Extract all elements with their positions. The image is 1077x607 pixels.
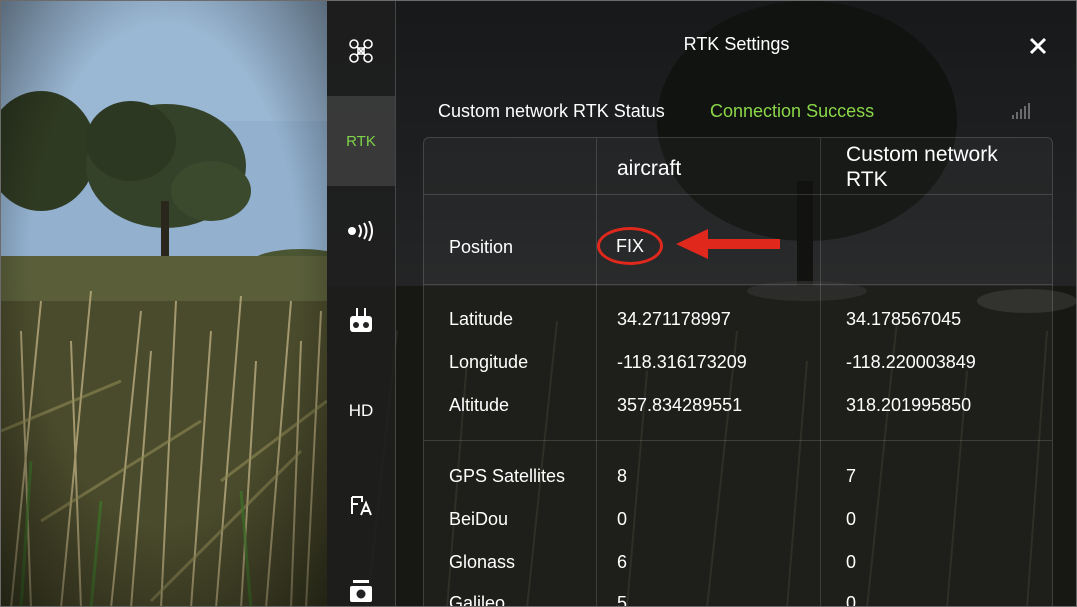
row-label-position: Position [449,237,514,257]
altitude-aircraft-value: 357.834289551 [617,395,743,415]
row-label-galileo: Galileo [449,593,506,607]
galileo-aircraft-value: 5 [617,593,628,607]
galileo-network-value: 0 [846,593,857,607]
rail-tab-hd-label: HD [348,401,374,420]
signal-strength-icon [1012,101,1030,119]
row-label-glonass: Glonass [449,552,516,572]
rail-tab-signal[interactable] [327,191,395,271]
altitude-network-value: 318.201995850 [846,395,972,415]
rtk-status-label: Custom network RTK Status [438,101,665,121]
close-icon [1029,37,1047,55]
camera-icon [350,580,372,602]
column-header-network: Custom network RTK [846,143,998,191]
gps-network-value: 7 [846,466,857,486]
latitude-aircraft-value: 34.271178997 [617,309,731,329]
glonass-network-value: 0 [846,552,857,572]
column-divider [820,138,821,606]
rail-tab-remote-controller[interactable] [327,281,395,361]
column-header-aircraft: aircraft [617,157,682,180]
row-divider [424,440,1052,441]
row-label-gps-satellites: GPS Satellites [449,466,566,486]
app-window: RTK HD RTK Settings Custom network RTK S… [0,0,1077,607]
general-settings-icon [351,496,372,516]
glonass-aircraft-value: 6 [617,552,628,572]
annotation-arrow-icon [676,229,780,259]
rail-tab-general[interactable] [327,466,395,546]
page-title: RTK Settings [683,34,790,54]
rail-tab-rtk[interactable]: RTK [327,96,395,186]
row-divider [424,284,1052,285]
remote-controller-icon [350,308,372,332]
column-divider [596,138,597,606]
beidou-network-value: 0 [846,509,857,529]
rail-tab-hd[interactable]: HD [327,371,395,451]
camera-scene [1,1,327,606]
rail-tab-aircraft[interactable] [327,11,395,91]
gps-aircraft-value: 8 [617,466,628,486]
rail-tab-camera[interactable] [327,561,395,606]
row-label-beidou: BeiDou [449,509,509,529]
row-label-latitude: Latitude [449,309,514,329]
signal-wave-icon [348,221,373,241]
camera-feed [1,1,327,606]
aircraft-icon [349,39,373,63]
latitude-network-value: 34.178567045 [846,309,962,329]
close-button[interactable] [1023,31,1053,61]
rtk-status-value: Connection Success [710,101,875,121]
longitude-network-value: -118.220003849 [846,352,976,372]
row-label-longitude: Longitude [449,352,529,372]
rail-tab-rtk-label: RTK [346,132,376,150]
longitude-aircraft-value: -118.316173209 [617,352,747,372]
annotation-circle [597,227,663,265]
beidou-aircraft-value: 0 [617,509,628,529]
settings-tab-rail: RTK HD [327,1,396,606]
row-divider [424,194,1052,195]
row-label-altitude: Altitude [449,395,510,415]
